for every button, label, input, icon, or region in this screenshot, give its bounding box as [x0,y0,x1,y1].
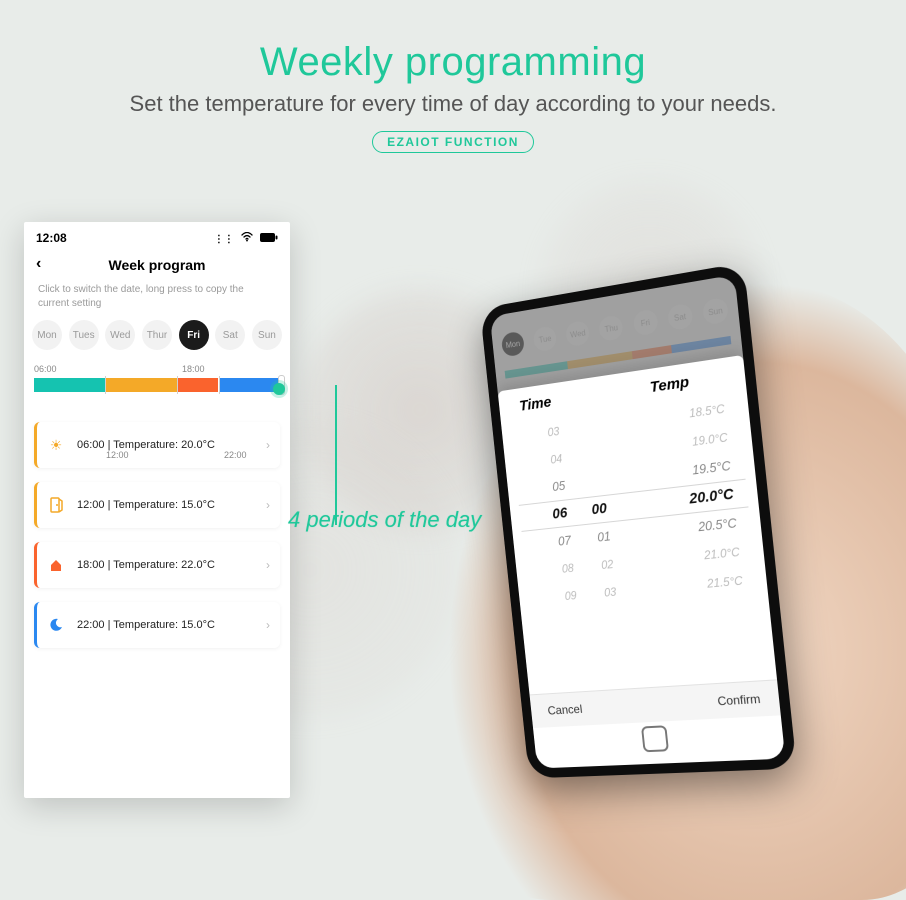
day-wed[interactable]: Wed [105,320,135,350]
picker-item: 21.5°C [706,566,744,598]
day-selector: Mon Tues Wed Thur Fri Sat Sun [24,320,290,364]
chevron-right-icon: › [266,558,270,572]
period-row-4[interactable]: 22:00 | Temperature: 15.0°C › [34,602,280,648]
phone-screen: Mon Tue Wed Thu Fri Sat Sun Time Temp 03 [490,275,786,769]
picker-item: 03 [546,417,561,446]
hero-title: Weekly programming [0,40,906,85]
picker-item: 19.5°C [691,452,732,485]
picker-item [597,412,600,440]
callout-text: 4 periods of the day [288,507,481,533]
picker-item: 02 [599,550,614,579]
callout-leader-line [281,385,337,525]
cancel-button[interactable]: Cancel [547,702,583,718]
picker-item: 03 [602,578,617,607]
day-thu[interactable]: Thur [142,320,172,350]
period-row-text: 12:00 | Temperature: 15.0°C [77,499,215,511]
timeline-tick-2200 [219,376,220,394]
phone-frame: Mon Tue Wed Thu Fri Sat Sun Time Temp 03 [480,263,797,779]
moon-icon [45,614,67,636]
screen-title: Week program [109,257,206,273]
picker-item: 20.5°C [697,509,738,541]
timeline[interactable] [34,378,280,392]
timeline-seg-1 [34,378,105,392]
period-row-1[interactable]: ☀ 06:00 | Temperature: 20.0°C › [34,422,280,468]
label-1800: 18:00 [182,364,205,374]
sun-icon: ☀ [45,434,67,456]
picker-item [603,467,606,495]
picker-item: 09 [563,582,578,610]
day-mon[interactable]: Mon [32,320,62,350]
period-row-text: 06:00 | Temperature: 20.0°C [77,439,215,451]
day-fri[interactable]: Fri [179,320,209,350]
timeline-seg-4 [219,378,281,392]
picker-item-selected: 06 [551,499,569,528]
period-row-2[interactable]: 12:00 | Temperature: 15.0°C › [34,482,280,528]
period-row-text: 18:00 | Temperature: 22.0°C [77,559,215,571]
picker-item: 05 [551,472,567,501]
period-row-3[interactable]: 18:00 | Temperature: 22.0°C › [34,542,280,588]
callout-dot [273,383,285,395]
status-icons: ⋮⋮ [210,231,278,245]
timeline-labels-top: 06:00 18:00 [24,364,290,376]
picker-sheet: Time Temp 03 04 05 06 07 08 09 [498,355,786,769]
timeline-tick-1800 [177,376,178,394]
chevron-right-icon: › [266,438,270,452]
back-button[interactable]: ‹ [36,255,41,273]
picker-body[interactable]: 03 04 05 06 07 08 09 00 01 02 [501,387,768,614]
picker-temp-col[interactable]: 18.5°C 19.0°C 19.5°C 20.0°C 20.5°C 21.0°… [654,390,745,601]
status-time: 12:08 [36,231,67,245]
picker-item [600,439,603,467]
picker-item: 08 [560,554,575,582]
hero-header: Weekly programming Set the temperature f… [0,0,906,153]
period-row-text: 22:00 | Temperature: 15.0°C [77,619,215,631]
phone-left: 12:08 ⋮⋮ ‹ Week program Click to switch … [24,222,290,798]
wifi-icon [241,234,256,245]
chevron-right-icon: › [266,618,270,632]
topbar: ‹ Week program [24,247,290,281]
cellular-icon: ⋮⋮ [214,234,234,245]
day-sun[interactable]: Sun [252,320,282,350]
timeline-tick-1200 [105,376,106,394]
period-list: ☀ 06:00 | Temperature: 20.0°C › 12:00 | … [24,418,290,666]
battery-icon [260,234,278,245]
chevron-right-icon: › [266,498,270,512]
day-sat[interactable]: Sat [215,320,245,350]
home-button[interactable] [641,725,669,752]
timeline-seg-3 [177,378,219,392]
label-0600: 06:00 [34,364,57,374]
phone-right: Mon Tue Wed Thu Fri Sat Sun Time Temp 03 [480,263,797,779]
home-icon [45,554,67,576]
picker-item: 07 [556,527,572,556]
hero-badge: EZAIOT FUNCTION [372,131,534,153]
picker-item: 21.0°C [703,538,741,570]
picker-item: 04 [549,445,564,474]
status-bar: 12:08 ⋮⋮ [24,222,290,247]
picker-actions: Cancel Confirm [530,679,781,728]
confirm-button[interactable]: Confirm [717,692,761,709]
help-text: Click to switch the date, long press to … [24,281,290,320]
hero-subtitle: Set the temperature for every time of da… [0,91,906,117]
picker-item-selected: 00 [591,495,609,524]
day-tue[interactable]: Tues [69,320,99,350]
timeline-seg-2 [105,378,176,392]
door-icon [45,494,67,516]
picker-item: 01 [596,523,612,552]
picker-item: 19.0°C [691,423,729,456]
